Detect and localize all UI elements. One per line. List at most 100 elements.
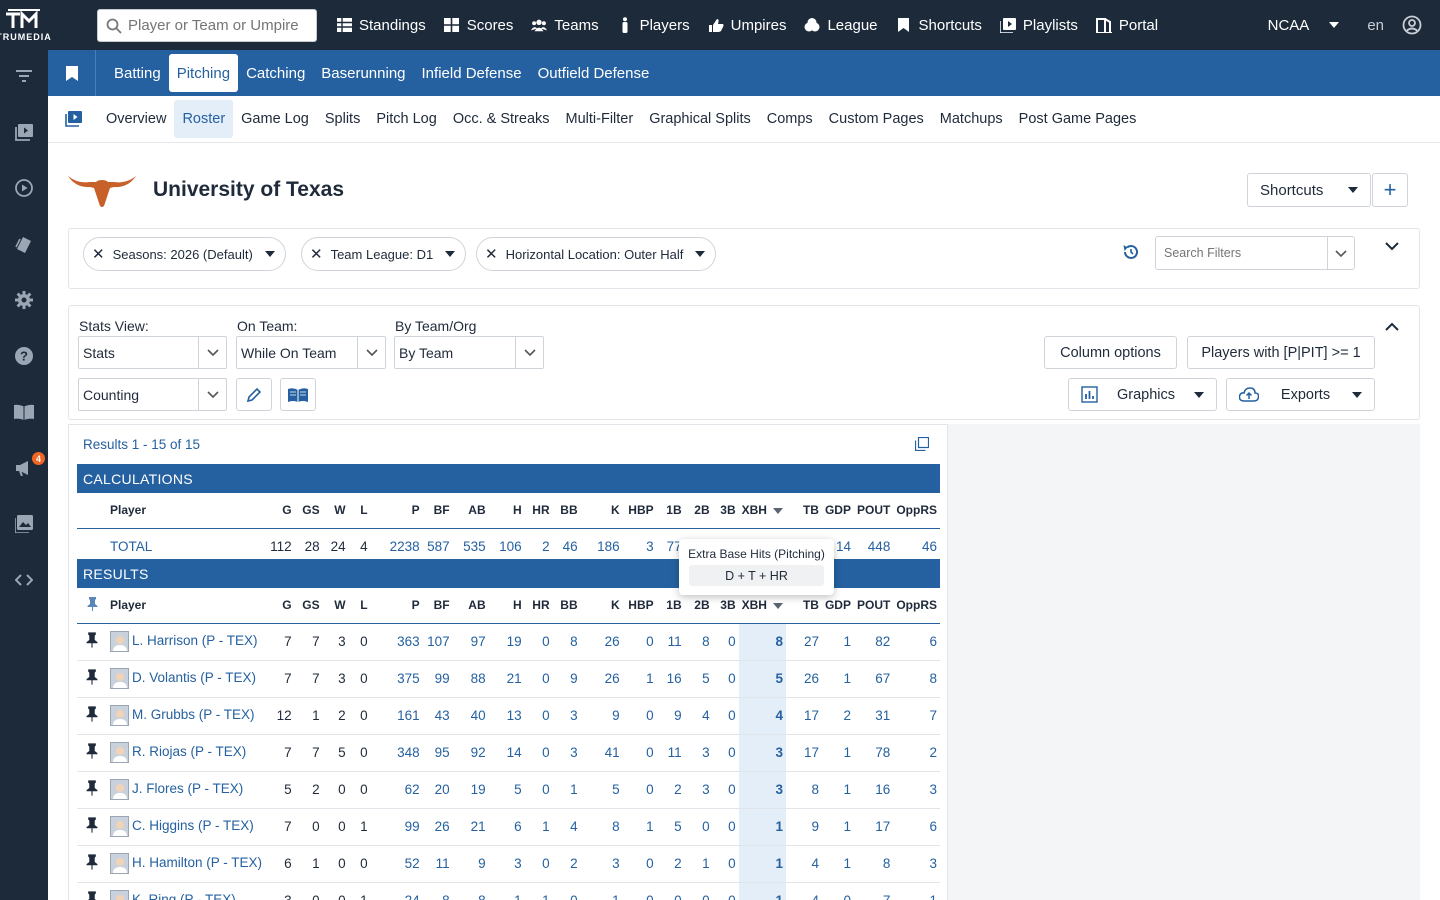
- cell-hr[interactable]: 0: [524, 734, 553, 772]
- cell-tb[interactable]: 26: [785, 660, 822, 698]
- copy-icon[interactable]: [915, 437, 929, 451]
- cell-hbp[interactable]: 0: [622, 697, 657, 735]
- column-header-pout[interactable]: POUT: [853, 493, 894, 529]
- cell-xbh[interactable]: 1: [738, 882, 786, 900]
- cell-k[interactable]: 5: [580, 771, 623, 809]
- cell-1b[interactable]: 9: [656, 697, 685, 735]
- subtab-matchups[interactable]: Matchups: [932, 100, 1011, 138]
- cell-pout[interactable]: 8: [853, 845, 894, 883]
- column-header-l[interactable]: L: [348, 493, 371, 529]
- global-search[interactable]: [97, 9, 317, 42]
- cell-bf[interactable]: 11: [422, 845, 453, 883]
- column-header-tb[interactable]: TB: [785, 493, 822, 529]
- cell-h[interactable]: 5: [488, 771, 525, 809]
- pin-row-button[interactable]: [77, 882, 107, 900]
- cell-hbp[interactable]: 1: [622, 660, 657, 698]
- subtab-roster[interactable]: Roster: [174, 100, 234, 138]
- cell-3b[interactable]: 0: [712, 882, 739, 900]
- chevron-down-icon[interactable]: [1327, 237, 1354, 269]
- column-header-p[interactable]: P: [370, 493, 423, 529]
- nav-players[interactable]: Players: [617, 17, 690, 34]
- cell-bb[interactable]: 1: [552, 771, 581, 809]
- trumedia-logo[interactable]: TRUMEDIA: [0, 0, 51, 50]
- cell-gdp[interactable]: 2: [821, 697, 854, 735]
- edit-button[interactable]: [236, 378, 272, 411]
- cell-pout[interactable]: 7: [853, 882, 894, 900]
- exports-dropdown[interactable]: Exports: [1226, 378, 1375, 411]
- user-account-icon[interactable]: [1402, 15, 1422, 35]
- cell-2b[interactable]: 4: [684, 697, 713, 735]
- column-header-k[interactable]: K: [580, 493, 623, 529]
- column-header-bb[interactable]: BB: [552, 588, 581, 624]
- cell-2b[interactable]: 3: [684, 771, 713, 809]
- cell-xbh[interactable]: 5: [738, 660, 786, 698]
- cell-ab[interactable]: 88: [452, 660, 489, 698]
- pin-icon[interactable]: [87, 596, 98, 611]
- column-header-bf[interactable]: BF: [422, 588, 453, 624]
- column-header-w[interactable]: W: [322, 493, 349, 529]
- cell-hr[interactable]: 0: [524, 660, 553, 698]
- column-header-xbh[interactable]: XBH: [738, 493, 786, 529]
- player-name-link[interactable]: D. Volantis (P - TEX): [132, 670, 256, 685]
- cell-gdp[interactable]: 1: [821, 623, 854, 661]
- cell-2b[interactable]: 3: [684, 734, 713, 772]
- cell-pout[interactable]: 17: [853, 808, 894, 846]
- cell-h[interactable]: 19: [488, 623, 525, 661]
- subtab-graphical-splits[interactable]: Graphical Splits: [641, 100, 759, 138]
- filter-search-input[interactable]: [1164, 246, 1324, 260]
- cell-opprs[interactable]: 8: [893, 660, 940, 698]
- cell-tb[interactable]: 17: [785, 734, 822, 772]
- cell-bf[interactable]: 107: [422, 623, 453, 661]
- player-cell[interactable]: J. Flores (P - TEX): [107, 771, 271, 809]
- cell-hbp[interactable]: 1: [622, 808, 657, 846]
- cell-1b[interactable]: 5: [656, 808, 685, 846]
- cell-tb[interactable]: 9: [785, 808, 822, 846]
- cell-opprs[interactable]: 1: [893, 882, 940, 900]
- cell-k[interactable]: 3: [580, 845, 623, 883]
- cell-3b[interactable]: 0: [712, 623, 739, 661]
- player-name-link[interactable]: L. Harrison (P - TEX): [132, 633, 258, 648]
- cell-hr[interactable]: 1: [524, 882, 553, 900]
- pin-row-button[interactable]: [77, 623, 107, 661]
- cell-gdp[interactable]: 1: [821, 845, 854, 883]
- cell-hr[interactable]: 1: [524, 808, 553, 846]
- cell-3b[interactable]: 0: [712, 734, 739, 772]
- cell-bf[interactable]: 43: [422, 697, 453, 735]
- cell-k[interactable]: 8: [580, 808, 623, 846]
- cell-ab[interactable]: 97: [452, 623, 489, 661]
- pin-row-button[interactable]: [77, 697, 107, 735]
- subtab-post-game-pages[interactable]: Post Game Pages: [1011, 100, 1145, 138]
- help-icon[interactable]: ?: [14, 346, 34, 366]
- cell-hbp[interactable]: 0: [622, 623, 657, 661]
- cell-pout[interactable]: 16: [853, 771, 894, 809]
- search-input[interactable]: [128, 17, 308, 34]
- player-cell[interactable]: M. Grubbs (P - TEX): [107, 697, 271, 735]
- cell-3b[interactable]: 0: [712, 845, 739, 883]
- cell-pout[interactable]: 31: [853, 697, 894, 735]
- graphics-dropdown[interactable]: Graphics: [1068, 378, 1217, 411]
- cell-bb[interactable]: 4: [552, 808, 581, 846]
- cell-3b[interactable]: 0: [712, 808, 739, 846]
- column-header-k[interactable]: K: [580, 588, 623, 624]
- cell-ab[interactable]: 19: [452, 771, 489, 809]
- cell-hbp[interactable]: 0: [622, 882, 657, 900]
- column-header-gs[interactable]: GS: [294, 493, 323, 529]
- cell-tb[interactable]: 27: [785, 623, 822, 661]
- subtab-multi-filter[interactable]: Multi-Filter: [558, 100, 642, 138]
- cell-bb[interactable]: 3: [552, 734, 581, 772]
- cell-p[interactable]: 24: [370, 882, 423, 900]
- play-circle-icon[interactable]: [14, 178, 34, 198]
- glossary-button[interactable]: [280, 378, 316, 411]
- cell-hbp[interactable]: 0: [622, 771, 657, 809]
- filter-chip-horizontal-location[interactable]: ✕ Horizontal Location: Outer Half: [476, 237, 717, 271]
- subtab-splits[interactable]: Splits: [317, 100, 368, 138]
- player-cell[interactable]: K. Ring (P - TEX): [107, 882, 271, 900]
- subtab-game-log[interactable]: Game Log: [233, 100, 317, 138]
- filter-lines-icon[interactable]: [14, 66, 34, 86]
- column-header-hr[interactable]: HR: [524, 588, 553, 624]
- sort-desc-icon[interactable]: [772, 603, 783, 610]
- cell-1b[interactable]: 2: [656, 845, 685, 883]
- cell-h[interactable]: 21: [488, 660, 525, 698]
- cell-gdp[interactable]: 1: [821, 808, 854, 846]
- players-with-button[interactable]: Players with [P|PIT] >= 1: [1187, 336, 1375, 369]
